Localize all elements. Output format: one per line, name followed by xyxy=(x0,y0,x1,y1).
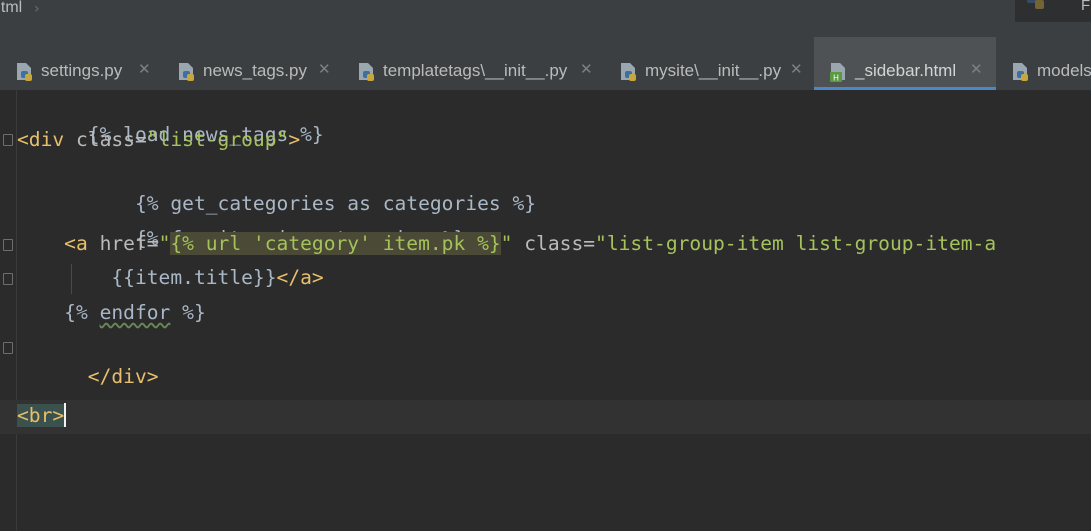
attr-value: "list-group" xyxy=(146,128,289,151)
close-icon[interactable]: ✕ xyxy=(138,60,151,78)
html-attr: class= xyxy=(512,232,596,255)
url-template-highlight: {% url 'category' item.pk %} xyxy=(170,232,501,255)
python-file-icon xyxy=(179,63,194,81)
breadcrumb[interactable]: html xyxy=(0,0,22,24)
code-line-4: {% for item in categories %} xyxy=(17,194,465,250)
breadcrumb-bar: html › F xyxy=(0,0,1091,24)
html-tag: <div xyxy=(17,128,65,151)
python-icon xyxy=(1027,0,1044,9)
code-line-10: <br> xyxy=(17,401,67,435)
html-attr: href= xyxy=(87,232,159,255)
python-file-icon xyxy=(17,63,32,81)
tab-templatetags-init-py[interactable]: templatetags\__init__.py ✕ xyxy=(342,37,604,90)
code-editor[interactable]: {% load news_tags %} <div class="list-gr… xyxy=(0,90,1091,531)
run-config-area[interactable]: F xyxy=(1015,0,1091,22)
tab-label: models xyxy=(1037,61,1091,80)
fold-marker-icon[interactable] xyxy=(3,239,13,251)
template-tag: %} xyxy=(170,301,206,324)
editor-tabs: settings.py ✕ news_tags.py ✕ templatetag… xyxy=(0,24,1091,91)
tab-news-tags-py[interactable]: news_tags.py ✕ xyxy=(162,37,342,90)
code-line-1: {% load news_tags %} xyxy=(17,90,324,146)
html-tag: > xyxy=(288,128,301,151)
attr-quote: " xyxy=(158,232,171,255)
text-caret xyxy=(64,403,67,427)
close-icon[interactable]: ✕ xyxy=(790,60,803,78)
code-line-5: <a href="{% url 'category' item.pk %}" c… xyxy=(17,229,996,263)
close-icon[interactable]: ✕ xyxy=(580,60,593,78)
html-tag: <a xyxy=(17,232,88,255)
tab-label: news_tags.py xyxy=(203,61,307,80)
tab-label: _sidebar.html xyxy=(855,61,957,80)
html-tag: </div> xyxy=(87,365,159,388)
tab-models-py[interactable]: models xyxy=(996,37,1091,90)
python-file-icon xyxy=(359,63,374,81)
tab-sidebar-html[interactable]: H _sidebar.html ✕ xyxy=(814,37,996,90)
html-tag: </a> xyxy=(276,266,324,289)
template-tag: {% xyxy=(17,301,100,324)
fold-marker-icon[interactable] xyxy=(3,273,13,285)
current-line-highlight xyxy=(0,400,1091,434)
template-variable: {{item.title}} xyxy=(17,266,277,289)
tab-mysite-init-py[interactable]: mysite\__init__.py ✕ xyxy=(604,37,814,90)
python-file-icon xyxy=(621,63,636,81)
code-line-8: </div> xyxy=(17,332,159,388)
svg-text:H: H xyxy=(833,74,839,83)
tab-label: mysite\__init__.py xyxy=(645,61,782,80)
code-line-2: <div class="list-group"> xyxy=(17,125,300,159)
attr-value: "list-group-item list-group-item-a xyxy=(595,232,997,255)
code-line-6: {{item.title}}</a> xyxy=(17,263,324,297)
tab-settings-py[interactable]: settings.py ✕ xyxy=(0,37,162,90)
toolbar-label: F xyxy=(1081,0,1091,14)
code-line-7: {% endfor %} xyxy=(17,298,206,332)
tab-label: settings.py xyxy=(41,61,123,80)
html-tag: <br> xyxy=(17,404,65,427)
close-icon[interactable]: ✕ xyxy=(970,60,983,78)
fold-marker-icon[interactable] xyxy=(3,342,13,354)
close-icon[interactable]: ✕ xyxy=(318,60,331,78)
html-file-icon: H xyxy=(830,63,845,83)
ide-window: html › F settings.py ✕ xyxy=(0,0,1091,531)
fold-marker-icon[interactable] xyxy=(3,134,13,146)
code-line-3: {% get_categories as categories %} xyxy=(17,159,536,215)
python-file-icon xyxy=(1013,63,1028,81)
attr-quote: " xyxy=(500,232,513,255)
spellcheck-word: endfor xyxy=(99,301,171,324)
tab-label: templatetags\__init__.py xyxy=(383,61,568,80)
chevron-right-icon: › xyxy=(34,1,40,17)
html-attr: class= xyxy=(64,128,147,151)
